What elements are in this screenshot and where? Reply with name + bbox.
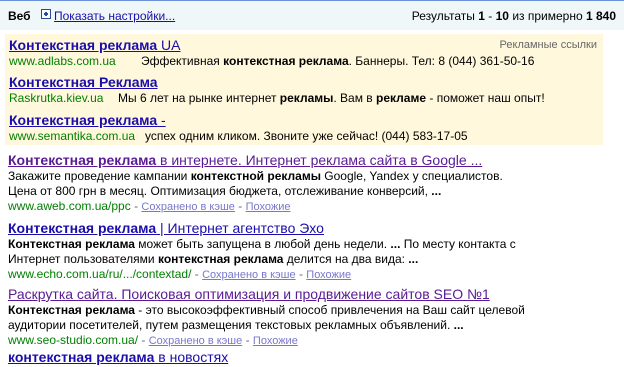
- web-label: Веб: [8, 9, 31, 23]
- ad-description: успех одним кликом. Звоните уже сейчас! …: [145, 129, 468, 143]
- result-title-link[interactable]: Контекстная реклама в интернете. Интерне…: [8, 152, 482, 168]
- ad-url: www.adlabs.com.ua: [9, 54, 116, 68]
- sponsored-links-box: Рекламные ссылки Контекстная реклама UA …: [5, 34, 603, 145]
- search-result: Раскрутка сайта. Поисковая оптимизация и…: [8, 286, 525, 347]
- similar-link[interactable]: Похожие: [253, 335, 298, 347]
- ad-item: Контекстная реклама - www.semantika.com.…: [9, 112, 468, 143]
- result-title-link[interactable]: Контекстная реклама | Интернет агентство…: [8, 220, 324, 236]
- results-count: Результаты 1 - 10 из примерно 1 840: [411, 9, 616, 23]
- show-settings-link[interactable]: Показать настройки...: [54, 9, 175, 23]
- ad-description: Мы 6 лет на рынке интернет рекламы. Вам …: [118, 91, 545, 105]
- news-results-link[interactable]: контекстная реклама в новостях: [8, 349, 228, 365]
- cache-link[interactable]: Сохранено в кэше: [202, 269, 296, 281]
- result-url: www.aweb.com.ua/ppc: [8, 199, 131, 213]
- result-snippet: Закажите проведение кампании контекстной…: [8, 169, 503, 198]
- result-url: www.echo.com.ua/ru/.../contextad/: [8, 267, 192, 281]
- ad-title-link[interactable]: Контекстная реклама UA: [9, 37, 180, 53]
- plus-box-icon[interactable]: [41, 9, 51, 19]
- result-title-link[interactable]: Раскрутка сайта. Поисковая оптимизация и…: [8, 286, 490, 302]
- ad-title-link[interactable]: Контекстная реклама -: [9, 112, 166, 128]
- result-snippet: Контекстная реклама - это высокоэффектив…: [8, 303, 525, 332]
- similar-link[interactable]: Похожие: [246, 201, 291, 213]
- result-url: www.seo-studio.com.ua/: [8, 333, 139, 347]
- search-result: Контекстная реклама | Интернет агентство…: [8, 220, 516, 281]
- results-header-bar: Веб Показать настройки... Результаты 1 -…: [0, 0, 624, 30]
- ad-url: Raskrutka.kiev.ua: [9, 91, 104, 105]
- search-result: Контекстная реклама в интернете. Интерне…: [8, 152, 503, 213]
- similar-link[interactable]: Похожие: [306, 269, 351, 281]
- cache-link[interactable]: Сохранено в кэше: [141, 201, 235, 213]
- ad-title-link[interactable]: Контекстная Реклама: [9, 74, 158, 90]
- search-result: контекстная реклама в новостях: [8, 349, 228, 365]
- sponsored-links-label: Рекламные ссылки: [499, 39, 597, 51]
- cache-link[interactable]: Сохранено в кэше: [149, 335, 243, 347]
- ad-item: Контекстная Реклама Raskrutka.kiev.ua Мы…: [9, 74, 545, 105]
- ad-url: www.semantika.com.ua: [9, 129, 136, 143]
- ad-description: Эффективная контекстная реклама. Баннеры…: [141, 54, 535, 68]
- ad-item: Контекстная реклама UA www.adlabs.com.ua…: [9, 37, 534, 68]
- result-snippet: Контекстная реклама может быть запущена …: [8, 237, 516, 266]
